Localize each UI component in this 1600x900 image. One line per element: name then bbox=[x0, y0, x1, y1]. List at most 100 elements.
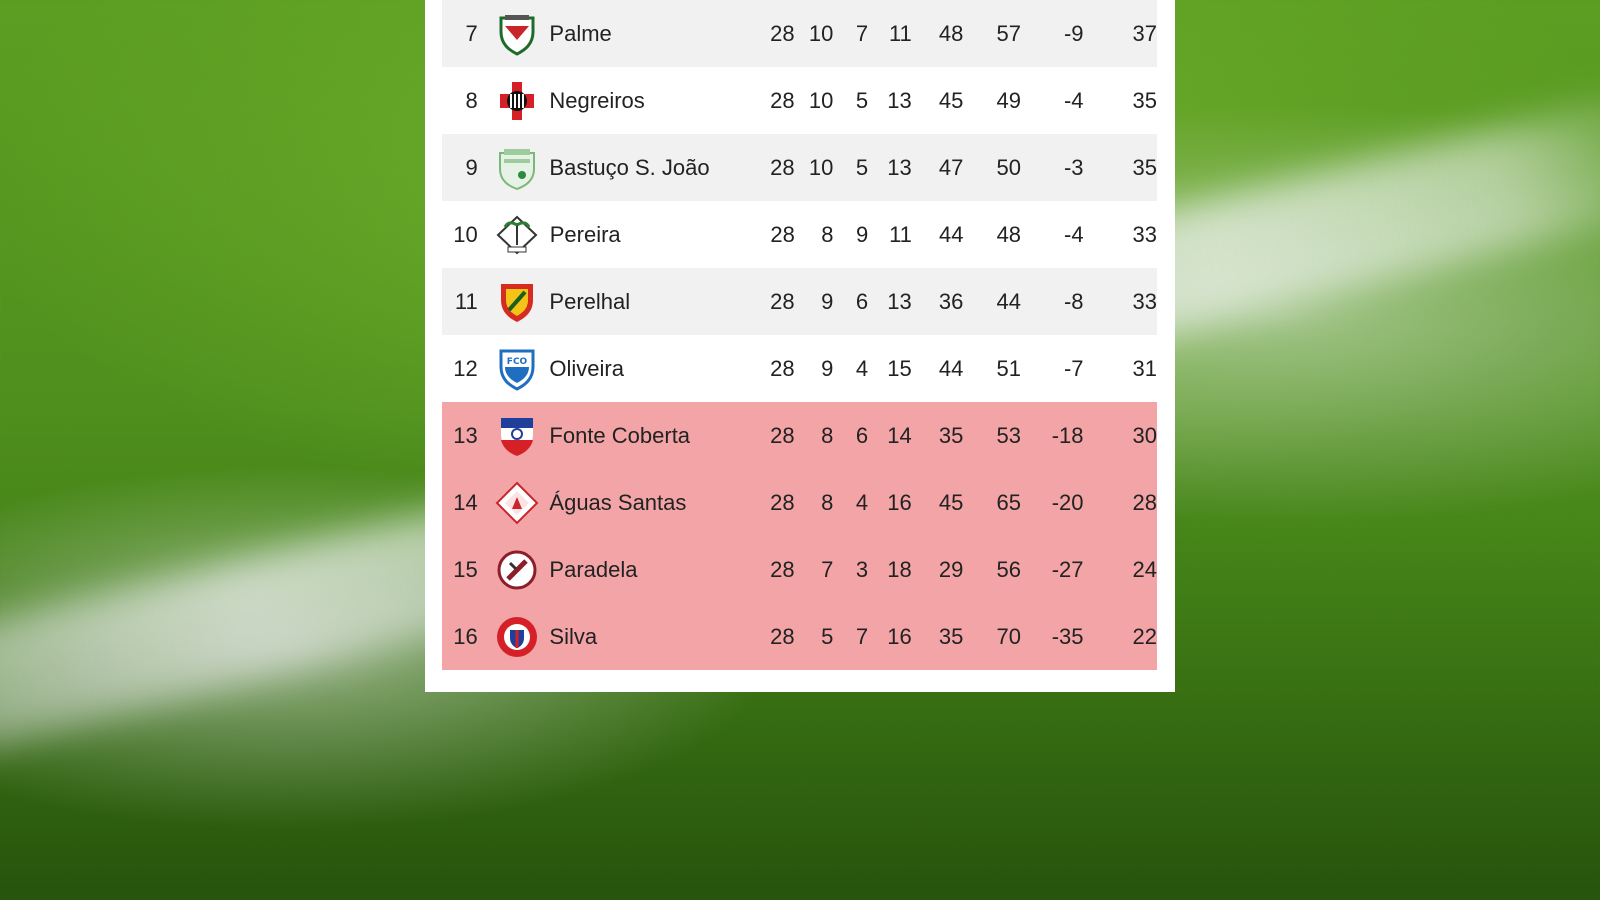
losses-cell: 11 bbox=[888, 20, 912, 46]
wins-cell: 9 bbox=[821, 288, 834, 314]
losses-cell: 13 bbox=[887, 154, 912, 180]
standings-panel: 7 Palme 28 10 7 11 48 57 -9 37 8 Negreir… bbox=[425, 0, 1175, 692]
table-row-15[interactable]: 15 Paradela 28 7 3 18 29 56 -27 24 bbox=[442, 536, 1157, 603]
team-name[interactable]: Perelhal bbox=[549, 289, 748, 315]
goal-difference-cell: -4 bbox=[1063, 87, 1084, 113]
draws-cell: 9 bbox=[856, 221, 869, 247]
losses-cell: 14 bbox=[887, 422, 912, 448]
goals-for-cell: 29 bbox=[938, 556, 964, 582]
position-cell: 13 bbox=[453, 422, 478, 448]
played-cell: 28 bbox=[770, 288, 795, 314]
position-cell: 10 bbox=[453, 221, 478, 247]
position-cell: 16 bbox=[453, 623, 478, 649]
goals-against-cell: 65 bbox=[996, 489, 1021, 515]
position-cell: 9 bbox=[465, 154, 478, 180]
goal-difference-cell: -3 bbox=[1063, 154, 1084, 180]
points-cell: 30 bbox=[1132, 422, 1157, 448]
points-cell: 35 bbox=[1132, 87, 1157, 113]
goal-difference-cell: -8 bbox=[1063, 288, 1084, 314]
team-name[interactable]: Bastuço S. João bbox=[549, 155, 748, 181]
goals-against-cell: 57 bbox=[996, 20, 1021, 46]
goals-against-cell: 44 bbox=[996, 288, 1021, 314]
points-cell: 24 bbox=[1132, 556, 1157, 582]
table-row-14[interactable]: 14 Águas Santas 28 8 4 16 45 65 -20 28 bbox=[442, 469, 1157, 536]
played-cell: 28 bbox=[770, 623, 795, 649]
shield-green-red-icon bbox=[494, 11, 540, 57]
table-row-13[interactable]: 13 Fonte Coberta 28 8 6 14 35 53 -18 30 bbox=[442, 402, 1157, 469]
played-cell: 28 bbox=[770, 556, 795, 582]
goals-for-cell: 44 bbox=[938, 355, 964, 381]
draws-cell: 6 bbox=[855, 288, 869, 314]
draws-cell: 4 bbox=[855, 489, 869, 515]
team-name[interactable]: Negreiros bbox=[549, 88, 748, 114]
team-name[interactable]: Oliveira bbox=[549, 356, 748, 382]
cross-red-black-icon bbox=[494, 78, 540, 124]
shield-pale-green-icon bbox=[494, 145, 540, 191]
played-cell: 28 bbox=[770, 221, 795, 247]
team-name[interactable]: Paradela bbox=[549, 557, 748, 583]
goal-difference-cell: -35 bbox=[1051, 623, 1084, 649]
table-row-9[interactable]: 9 Bastuço S. João 28 10 5 13 47 50 -3 35 bbox=[442, 134, 1157, 201]
diamond-red-icon bbox=[494, 480, 540, 526]
position-cell: 8 bbox=[465, 87, 478, 113]
svg-text:FCO: FCO bbox=[506, 357, 527, 367]
losses-cell: 16 bbox=[887, 489, 912, 515]
goals-for-cell: 44 bbox=[939, 221, 964, 247]
team-name[interactable]: Águas Santas bbox=[549, 490, 748, 516]
table-row-12[interactable]: 12 FCO Oliveira 28 9 4 15 44 51 -7 31 bbox=[442, 335, 1157, 402]
played-cell: 28 bbox=[770, 154, 795, 180]
table-row-16[interactable]: 16 Silva 28 5 7 16 35 70 -35 22 bbox=[442, 603, 1157, 670]
wins-cell: 5 bbox=[821, 623, 834, 649]
wins-cell: 10 bbox=[808, 20, 834, 46]
played-cell: 28 bbox=[770, 20, 795, 46]
played-cell: 28 bbox=[770, 422, 795, 448]
goals-against-cell: 53 bbox=[996, 422, 1021, 448]
table-row-7[interactable]: 7 Palme 28 10 7 11 48 57 -9 37 bbox=[442, 0, 1157, 67]
table-row-11[interactable]: 11 Perelhal 28 9 6 13 36 44 -8 33 bbox=[442, 268, 1157, 335]
team-name[interactable]: Pereira bbox=[550, 222, 748, 248]
played-cell: 28 bbox=[770, 489, 795, 515]
draws-cell: 5 bbox=[855, 87, 869, 113]
team-name[interactable]: Fonte Coberta bbox=[549, 423, 748, 449]
goal-difference-cell: -20 bbox=[1051, 489, 1084, 515]
position-cell: 12 bbox=[453, 355, 478, 381]
goals-for-cell: 47 bbox=[938, 154, 964, 180]
goal-difference-cell: -27 bbox=[1051, 556, 1084, 582]
goals-for-cell: 35 bbox=[938, 422, 964, 448]
draws-cell: 4 bbox=[855, 355, 869, 381]
shield-blue-red-icon bbox=[494, 413, 540, 459]
team-name[interactable]: Palme bbox=[549, 21, 748, 47]
played-cell: 28 bbox=[770, 87, 795, 113]
points-cell: 33 bbox=[1132, 288, 1157, 314]
draws-cell: 6 bbox=[855, 422, 869, 448]
points-cell: 31 bbox=[1132, 355, 1157, 381]
position-cell: 7 bbox=[465, 20, 478, 46]
table-row-8[interactable]: 8 Negreiros 28 10 5 13 45 49 -4 35 bbox=[442, 67, 1157, 134]
wins-cell: 7 bbox=[821, 556, 834, 582]
wins-cell: 8 bbox=[821, 489, 834, 515]
goals-for-cell: 45 bbox=[938, 489, 964, 515]
goal-difference-cell: -18 bbox=[1051, 422, 1084, 448]
round-red-blue-icon bbox=[494, 614, 540, 660]
losses-cell: 11 bbox=[889, 221, 912, 247]
goals-for-cell: 48 bbox=[938, 20, 964, 46]
losses-cell: 13 bbox=[887, 87, 912, 113]
team-name[interactable]: Silva bbox=[549, 624, 748, 650]
draws-cell: 3 bbox=[855, 556, 869, 582]
table-row-10[interactable]: 10 Pereira 28 8 9 11 44 48 -4 33 bbox=[442, 201, 1157, 268]
goal-difference-cell: -7 bbox=[1063, 355, 1084, 381]
goals-against-cell: 48 bbox=[996, 221, 1022, 247]
draws-cell: 7 bbox=[855, 20, 869, 46]
wins-cell: 8 bbox=[821, 221, 834, 247]
points-cell: 28 bbox=[1132, 489, 1157, 515]
goals-against-cell: 70 bbox=[996, 623, 1021, 649]
wins-cell: 10 bbox=[808, 87, 834, 113]
goals-against-cell: 56 bbox=[996, 556, 1021, 582]
palm-diamond-icon bbox=[494, 212, 540, 258]
points-cell: 22 bbox=[1132, 623, 1157, 649]
draws-cell: 7 bbox=[855, 623, 869, 649]
goals-against-cell: 50 bbox=[996, 154, 1021, 180]
position-cell: 14 bbox=[453, 489, 478, 515]
points-cell: 35 bbox=[1132, 154, 1157, 180]
shield-yellow-red-icon bbox=[494, 279, 540, 325]
